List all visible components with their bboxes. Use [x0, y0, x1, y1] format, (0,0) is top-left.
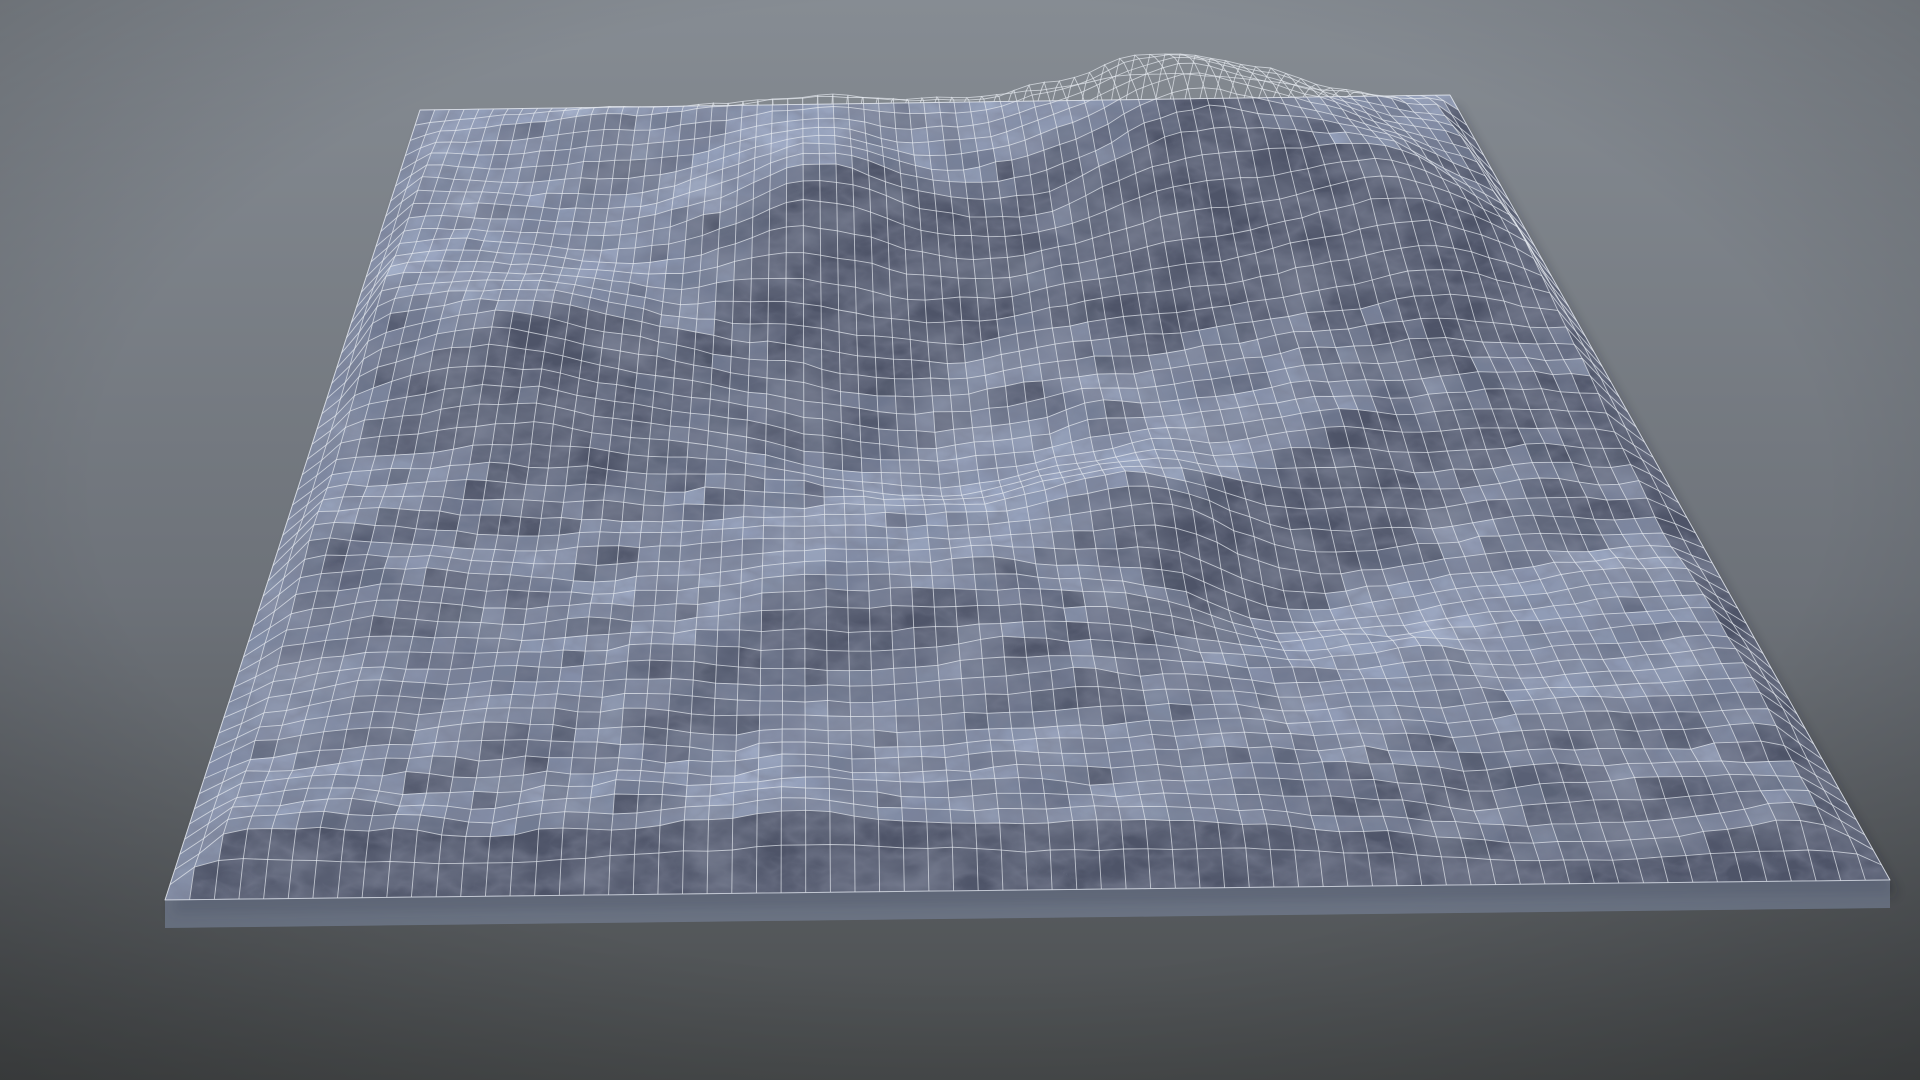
terrain-render — [0, 0, 1920, 1080]
3d-viewport[interactable] — [0, 0, 1920, 1080]
